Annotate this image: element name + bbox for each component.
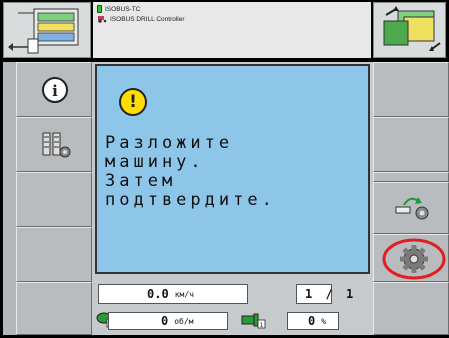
right-softkey-6[interactable]: [373, 282, 449, 335]
right-softkey-2[interactable]: [373, 117, 449, 172]
fan-icon: 1: [241, 313, 266, 329]
right-softkey-1[interactable]: [373, 62, 449, 117]
left-indicator-strip: [3, 62, 16, 335]
speed-unit: км/ч: [174, 289, 194, 299]
rpm-unit: об/м: [174, 316, 194, 326]
unfold-settings-icon: [395, 197, 429, 220]
task-controller-label: ISOBUS-TC: [105, 5, 141, 13]
warning-icon: !: [119, 88, 147, 116]
section-layout-icon: [383, 6, 441, 51]
percent-value: 0: [308, 314, 316, 328]
left-softkey-4[interactable]: [16, 227, 92, 282]
implement-label: ISOBUS DRILL Controller: [110, 15, 185, 23]
top-bar: ISOBUS-TC ISOBUS DRILL Controller: [0, 0, 449, 62]
battery-icon: [97, 5, 102, 13]
percent-readout: 0 %: [287, 312, 339, 330]
speed-value: 0.0: [147, 287, 169, 301]
page-total: 1: [345, 287, 354, 301]
left-softkey-3[interactable]: [16, 172, 92, 227]
right-softkey-3[interactable]: [373, 172, 449, 182]
left-softkey-5[interactable]: [16, 282, 92, 335]
status-header: ISOBUS-TC ISOBUS DRILL Controller: [93, 2, 371, 58]
section-view-button[interactable]: [373, 2, 446, 58]
speed-readout: 0.0 км/ч: [98, 284, 248, 304]
task-controller-status: ISOBUS-TC: [97, 4, 140, 14]
rpm-readout: 0 об/м: [108, 312, 228, 330]
svg-text:i: i: [52, 82, 58, 100]
page-separator: /: [325, 287, 333, 301]
page-indicator: 1 / 1: [305, 287, 353, 301]
seed-settings-softkey[interactable]: [16, 117, 92, 172]
gear-icon: [382, 238, 446, 280]
page-current: 1: [305, 287, 313, 301]
status-area: 0.0 км/ч 1 / 1 1 0 об/м 1 0 %: [92, 276, 373, 335]
tractor-icon: [98, 16, 107, 23]
info-icon: i: [42, 77, 68, 103]
alarm-dialog[interactable]: ! Разложите машину. Затем подтвердите.: [95, 64, 370, 274]
unfold-settings-softkey[interactable]: [373, 182, 449, 234]
percent-unit: %: [321, 316, 327, 326]
alarm-message: Разложите машину. Затем подтвердите.: [105, 133, 276, 210]
fan-index: 1: [260, 322, 264, 329]
info-softkey[interactable]: i: [16, 62, 92, 117]
settings-softkey[interactable]: [373, 234, 449, 282]
seed-settings-icon: [42, 132, 71, 158]
rpm-value: 0: [161, 314, 169, 328]
machine-view-button[interactable]: [3, 2, 91, 58]
machine-layout-icon: [8, 8, 79, 54]
implement-status: ISOBUS DRILL Controller: [97, 14, 185, 24]
